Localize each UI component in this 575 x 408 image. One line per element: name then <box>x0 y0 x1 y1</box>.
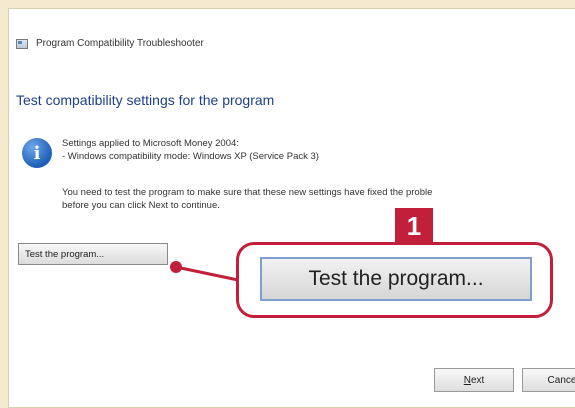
next-button-label: ext <box>470 374 485 386</box>
next-button-mnemonic: N <box>463 374 471 386</box>
step-number-badge: 1 <box>395 208 433 244</box>
test-program-button-zoomed: Test the program... <box>260 257 532 301</box>
cancel-button[interactable]: Cance <box>522 368 575 392</box>
test-program-button[interactable]: Test the program... <box>18 243 168 265</box>
applied-settings-text: Settings applied to Microsoft Money 2004… <box>62 137 319 163</box>
applied-settings-line1: Settings applied to Microsoft Money 2004… <box>62 138 239 149</box>
applied-settings-line2: - Windows compatibility mode: Windows XP… <box>62 151 319 162</box>
instruction-line1: You need to test the program to make sur… <box>62 187 433 198</box>
next-button[interactable]: Next <box>434 368 514 392</box>
instruction-text: You need to test the program to make sur… <box>62 186 432 212</box>
instruction-line2: before you can click Next to continue. <box>62 200 220 211</box>
troubleshooter-app-icon <box>16 38 28 49</box>
window-title-bar: Program Compatibility Troubleshooter <box>16 38 204 49</box>
page-heading: Test compatibility settings for the prog… <box>16 92 275 108</box>
info-icon: i <box>22 138 52 168</box>
window-title: Program Compatibility Troubleshooter <box>36 38 204 49</box>
